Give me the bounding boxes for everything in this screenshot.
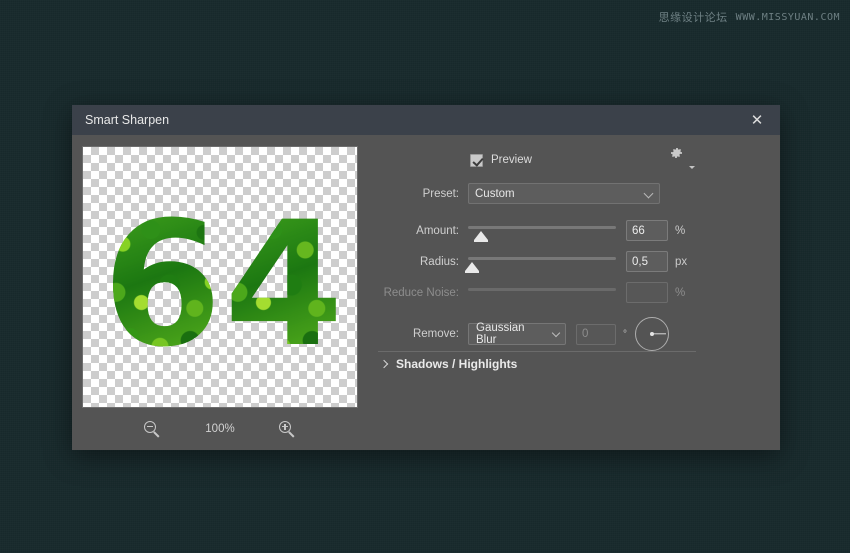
reduce-noise-label: Reduce Noise: xyxy=(372,287,468,299)
remove-row: Remove: Gaussian Blur 0 ° xyxy=(372,317,780,351)
shadows-highlights-section[interactable]: Shadows / Highlights xyxy=(378,357,517,371)
preview-glyph-1: 6 xyxy=(102,212,218,358)
radius-input[interactable]: 0,5 xyxy=(626,251,668,272)
radius-unit: px xyxy=(675,256,691,268)
preview-image[interactable]: 6 4 xyxy=(82,146,358,408)
shadows-highlights-label: Shadows / Highlights xyxy=(396,357,517,371)
remove-value: Gaussian Blur xyxy=(476,322,547,346)
dialog-title: Smart Sharpen xyxy=(85,113,169,127)
chevron-down-icon xyxy=(552,329,560,337)
radius-label: Radius: xyxy=(372,256,468,268)
angle-input: 0 xyxy=(576,324,616,345)
gear-dropdown-caret-icon xyxy=(689,166,695,169)
preview-checkbox-row: Preview xyxy=(372,149,780,171)
preview-glyph-2: 4 xyxy=(224,212,340,358)
degree-symbol: ° xyxy=(623,329,627,340)
reduce-noise-unit: % xyxy=(675,287,691,299)
controls-pane: Preview Preset: Custom Amount: xyxy=(372,135,780,450)
preview-zoom-bar: 100% xyxy=(82,417,358,441)
gear-icon[interactable] xyxy=(668,145,692,169)
reduce-noise-slider xyxy=(468,282,616,304)
angle-dial[interactable] xyxy=(635,317,669,351)
amount-input[interactable]: 66 xyxy=(626,220,668,241)
chevron-right-icon xyxy=(380,360,388,368)
amount-label: Amount: xyxy=(372,225,468,237)
reduce-noise-row: Reduce Noise: % xyxy=(372,280,780,305)
zoom-in-icon[interactable] xyxy=(279,421,296,438)
preset-value: Custom xyxy=(475,188,515,200)
dialog-body: 6 4 100% Preview xyxy=(72,135,780,450)
preview-pane: 6 4 100% xyxy=(72,135,372,450)
smart-sharpen-dialog: Smart Sharpen ✕ 6 4 100% xyxy=(72,105,780,450)
remove-label: Remove: xyxy=(372,328,468,340)
watermark-url-text: WWW.MISSYUAN.COM xyxy=(736,12,840,23)
close-icon[interactable]: ✕ xyxy=(740,105,774,135)
zoom-level-label: 100% xyxy=(199,423,241,435)
section-divider xyxy=(378,351,696,352)
preset-row: Preset: Custom xyxy=(372,181,780,206)
preset-label: Preset: xyxy=(372,188,468,200)
zoom-out-icon[interactable] xyxy=(144,421,161,438)
amount-row: Amount: 66 % xyxy=(372,218,780,243)
preset-select[interactable]: Custom xyxy=(468,183,660,204)
reduce-noise-input xyxy=(626,282,668,303)
dialog-titlebar[interactable]: Smart Sharpen ✕ xyxy=(72,105,780,135)
watermark: 思缘设计论坛 WWW.MISSYUAN.COM xyxy=(659,9,840,25)
radius-row: Radius: 0,5 px xyxy=(372,249,780,274)
chevron-down-icon xyxy=(644,189,654,199)
radius-slider[interactable] xyxy=(468,251,616,273)
preview-artwork: 6 4 xyxy=(87,205,355,365)
amount-unit: % xyxy=(675,225,691,237)
amount-slider[interactable] xyxy=(468,220,616,242)
watermark-chinese-text: 思缘设计论坛 xyxy=(659,9,728,25)
preview-checkbox[interactable] xyxy=(470,154,483,167)
remove-select[interactable]: Gaussian Blur xyxy=(468,323,566,345)
preview-checkbox-label: Preview xyxy=(491,154,532,166)
